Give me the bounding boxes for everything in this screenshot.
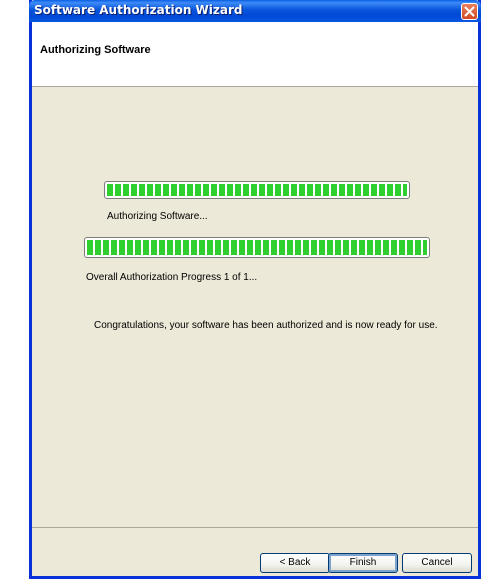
wizard-window: Software Authorization Wizard Authorizin… <box>29 0 481 579</box>
wizard-footer: < Back Finish Cancel <box>32 527 478 577</box>
overall-progress-fill <box>87 240 427 255</box>
close-button[interactable] <box>461 3 478 20</box>
success-message: Congratulations, your software has been … <box>94 320 438 331</box>
cancel-button[interactable]: Cancel <box>402 553 472 573</box>
wizard-header: Authorizing Software <box>32 22 478 87</box>
overall-progress-label: Overall Authorization Progress 1 of 1... <box>86 272 258 283</box>
step-progress-bar <box>104 181 410 199</box>
step-progress-fill <box>107 184 407 196</box>
overall-progress-bar <box>84 237 430 258</box>
step-progress-label: Authorizing Software... <box>107 211 208 222</box>
header-title: Authorizing Software <box>40 44 151 56</box>
close-icon <box>464 6 475 17</box>
title-bar[interactable]: Software Authorization Wizard <box>29 0 481 22</box>
finish-button[interactable]: Finish <box>328 553 398 573</box>
window-title: Software Authorization Wizard <box>34 3 243 17</box>
wizard-content: Authorizing Software... Overall Authoriz… <box>32 87 478 527</box>
back-button[interactable]: < Back <box>260 553 330 573</box>
